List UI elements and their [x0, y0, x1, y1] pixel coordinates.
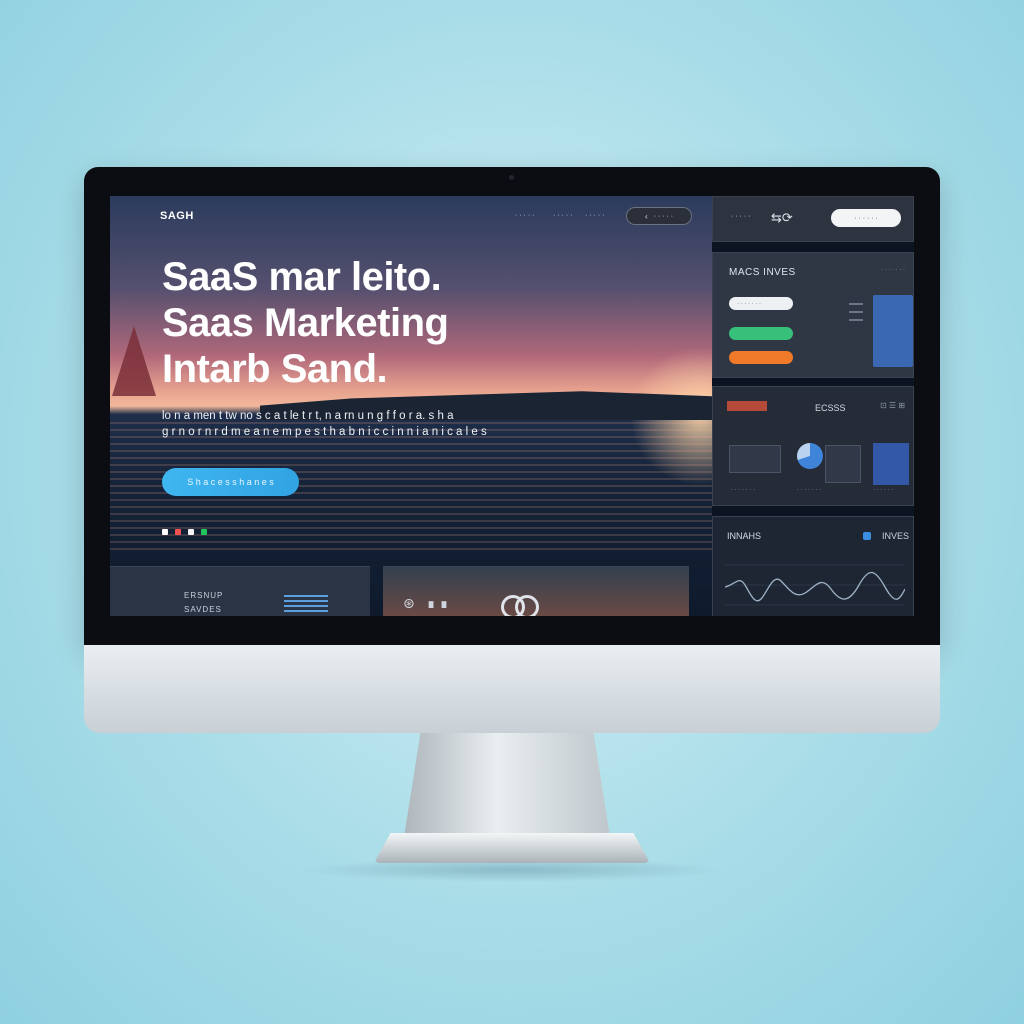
screen: SAGH · · · · · · · · · · · · · · · ‹ · ·… — [110, 196, 914, 616]
dashboard-panel-3: INNAHS INVES — [712, 516, 914, 616]
nav-link-2[interactable]: · · · · · — [553, 212, 572, 219]
mini-chart-2 — [825, 445, 861, 483]
panel-2-toolbar-icons[interactable]: ⊡ ☰ ⊞ — [880, 401, 905, 410]
subtext-line-1: lo n a men t tw no s c a t le t r t, n a… — [162, 410, 454, 422]
monitor-stand-base — [374, 833, 650, 863]
hero-subtext: lo n a men t tw no s c a t le t r t, n a… — [162, 408, 487, 440]
panel-1-lines — [849, 303, 863, 327]
dashboard-header: · · · · · ⇆⟳ · · · · · · — [712, 196, 914, 242]
bar-line — [284, 610, 328, 612]
feature-card-2[interactable]: ⊛ ∎∎ — [383, 566, 689, 616]
line-chart — [725, 564, 905, 606]
nav-link-3[interactable]: · · · · · — [585, 212, 604, 219]
line — [849, 311, 863, 313]
panel-1-green-button[interactable] — [729, 327, 793, 340]
panel-3-title: INNAHS — [727, 531, 762, 541]
panel-3-right-label: INVES — [881, 531, 909, 541]
bar-line — [284, 605, 328, 607]
camera-dot — [509, 175, 514, 180]
social-icon-3[interactable] — [188, 529, 194, 535]
panel-1-orange-button[interactable] — [729, 351, 793, 364]
panel-1-blue-card[interactable] — [873, 295, 913, 367]
nav-action-button[interactable]: ‹ · · · · · — [626, 207, 692, 225]
dashboard-panel-2: ECSSS ⊡ ☰ ⊞ · · · · · · · · · · · · · · … — [712, 386, 914, 506]
headline-line-2: Saas Marketing — [162, 301, 449, 345]
lens-icon — [515, 595, 539, 616]
hero-section: SAGH · · · · · · · · · · · · · · · ‹ · ·… — [110, 196, 712, 616]
feature-card-2-icons: ⊛ ∎∎ — [403, 595, 453, 611]
panel-1-caption: · · · · · · · — [881, 267, 905, 273]
headline-line-1: SaaS mar leito. — [162, 255, 442, 299]
line — [849, 303, 863, 305]
line — [849, 319, 863, 321]
pie-chart — [797, 443, 823, 469]
nav-link-1[interactable]: · · · · · — [515, 212, 534, 219]
cta-button[interactable]: S h a c e s s h a n e s — [162, 468, 299, 496]
feature-card-1[interactable]: ERSNUP SAVDES — [110, 566, 370, 616]
sync-icon[interactable]: ⇆⟳ — [771, 210, 793, 226]
monitor-stand-neck — [404, 733, 610, 837]
dashboard-panel-1: MACS INVES · · · · · · · · · · · · · · — [712, 252, 914, 378]
panel-2-title: ECSSS — [815, 403, 846, 413]
panel-2-foot-2: · · · · · · · — [797, 487, 821, 493]
panel-3-chip — [863, 532, 871, 540]
panel-1-title: MACS INVES — [729, 267, 796, 278]
social-icons — [162, 529, 207, 535]
social-icon-2[interactable] — [175, 529, 181, 535]
hero-headline: SaaS mar leito. Saas Marketing Intarb Sa… — [162, 254, 449, 392]
top-nav: SAGH · · · · · · · · · · · · · · · ‹ · ·… — [110, 196, 712, 236]
sailboat — [112, 326, 156, 396]
mini-chart-1 — [729, 445, 781, 473]
headline-line-3: Intarb Sand. — [162, 347, 388, 391]
dashboard-column: · · · · · ⇆⟳ · · · · · · MACS INVES · · … — [712, 196, 914, 616]
dashboard-header-label: · · · · · — [731, 213, 751, 220]
panel-1-input[interactable]: · · · · · · · — [729, 297, 793, 310]
panel-2-foot-3: · · · · · · — [873, 487, 894, 493]
feature-card-1-bars — [284, 595, 328, 615]
subtext-line-2: g r n o r n r d m e a n e m p e s t h a … — [162, 426, 487, 438]
chart-line — [725, 571, 905, 602]
chevron-left-icon: ‹ — [644, 211, 648, 221]
panel-2-blue-card — [873, 443, 909, 485]
desktop-scene: SAGH · · · · · · · · · · · · · · · ‹ · ·… — [0, 0, 1024, 1024]
feature-card-1-title: ERSNUP — [184, 591, 224, 600]
bar-line — [284, 600, 328, 602]
nav-action-label: · · · · · — [653, 212, 674, 220]
brand-logo[interactable]: SAGH — [160, 210, 194, 222]
panel-2-red-tag — [727, 401, 767, 411]
monitor-chin — [84, 645, 940, 733]
feature-card-1-subtitle: SAVDES — [184, 605, 222, 614]
dashboard-header-button[interactable]: · · · · · · — [831, 209, 901, 227]
social-icon-4[interactable] — [201, 529, 207, 535]
social-icon-1[interactable] — [162, 529, 168, 535]
panel-2-foot-1: · · · · · · · — [731, 487, 755, 493]
bar-line — [284, 595, 328, 597]
